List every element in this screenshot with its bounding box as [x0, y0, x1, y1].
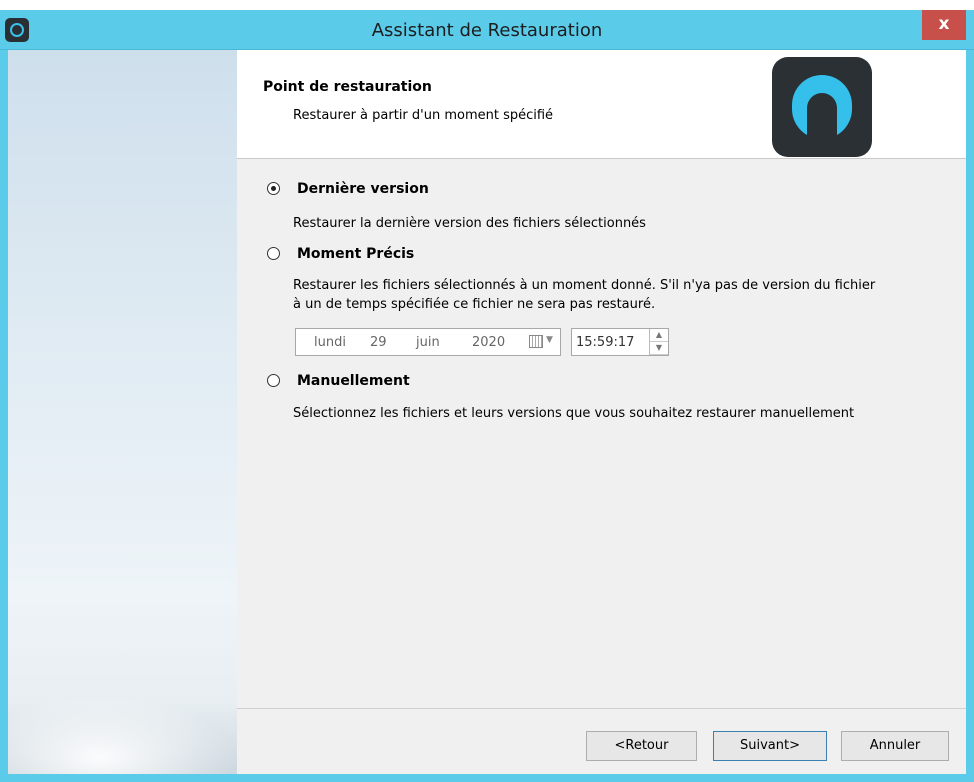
- time-value: 15:59:17: [576, 335, 635, 350]
- restore-wizard-window: Assistant de Restauration x Point de res…: [0, 0, 974, 782]
- option-latest-version-label: Dernière version: [297, 181, 429, 197]
- window-border-right: [966, 50, 974, 782]
- spin-down-icon[interactable]: ▼: [650, 342, 668, 355]
- option-latest-version-description: Restaurer la dernière version des fichie…: [293, 216, 646, 231]
- page-subtitle: Restaurer à partir d'un moment spécifié: [293, 108, 554, 123]
- cancel-button[interactable]: Annuler: [841, 731, 949, 761]
- option-precise-moment-label: Moment Précis: [297, 246, 415, 262]
- time-picker[interactable]: 15:59:17 ▲ ▼: [571, 328, 669, 356]
- back-button[interactable]: <Retour: [586, 731, 697, 761]
- radio-latest-version[interactable]: [267, 182, 280, 195]
- time-spinner[interactable]: ▲ ▼: [649, 329, 668, 355]
- page-title: Point de restauration: [263, 79, 432, 95]
- wizard-side-image: [8, 50, 237, 774]
- option-manual-description: Sélectionnez les fichiers et leurs versi…: [293, 406, 855, 421]
- next-button[interactable]: Suivant>: [713, 731, 827, 761]
- window-border-left: [0, 50, 8, 782]
- chevron-down-icon[interactable]: ▼: [546, 335, 553, 345]
- window-border-bottom: [0, 774, 974, 782]
- date-day: 29: [370, 335, 387, 350]
- radio-precise-moment[interactable]: [267, 247, 280, 260]
- calendar-icon[interactable]: [529, 335, 543, 348]
- option-precise-moment-description-1: Restaurer les fichiers sélectionnés à un…: [293, 278, 876, 293]
- window-title: Assistant de Restauration: [371, 20, 603, 41]
- footer-divider: [237, 708, 966, 709]
- date-year: 2020: [472, 335, 506, 350]
- date-month: juin: [416, 335, 440, 350]
- wizard-header: Point de restauration Restaurer à partir…: [237, 50, 966, 159]
- date-weekday: lundi: [314, 335, 346, 350]
- option-precise-moment-description-2: à un de temps spécifiée ce fichier ne se…: [293, 297, 656, 312]
- wizard-content: Point de restauration Restaurer à partir…: [237, 50, 966, 774]
- date-picker[interactable]: lundi 29 juin 2020 ▼: [295, 328, 561, 356]
- option-manual-label: Manuellement: [297, 373, 410, 389]
- close-button[interactable]: x: [922, 10, 966, 40]
- radio-manual[interactable]: [267, 374, 280, 387]
- brand-logo-icon: [772, 57, 872, 157]
- spin-up-icon[interactable]: ▲: [650, 329, 668, 342]
- title-bar[interactable]: Assistant de Restauration x: [0, 10, 974, 50]
